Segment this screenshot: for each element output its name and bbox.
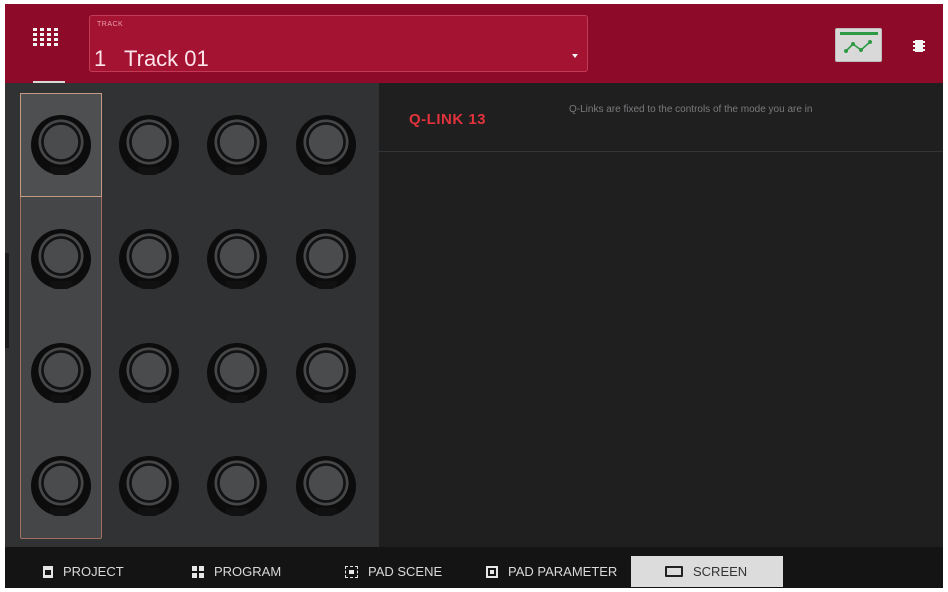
qlink-knob-7[interactable] xyxy=(207,343,267,403)
pad-parameter-icon xyxy=(486,565,498,578)
qlink-knob-1[interactable] xyxy=(31,456,91,516)
automation-indicator xyxy=(840,32,878,35)
chip-icon[interactable] xyxy=(913,39,925,53)
tab-screen[interactable]: SCREEN xyxy=(631,556,783,587)
tab-label: PROJECT xyxy=(63,564,124,579)
pad-scene-icon xyxy=(345,565,358,578)
chevron-down-icon xyxy=(572,54,578,58)
project-icon xyxy=(43,565,53,578)
qlink-knob-12[interactable] xyxy=(296,229,356,289)
screen-icon xyxy=(665,566,683,577)
qlink-knob-9[interactable] xyxy=(31,229,91,289)
qlink-knob-4[interactable] xyxy=(296,456,356,516)
tab-pad-scene[interactable]: PAD SCENE xyxy=(345,556,475,587)
qlink-info-panel: Q-LINK 13 Q-Links are fixed to the contr… xyxy=(379,83,943,547)
bottom-tab-bar: PROJECT PROGRAM PAD SCENE PAD PARAMETER … xyxy=(5,547,943,588)
header-bar: TRACK 1 Track 01 xyxy=(5,4,943,83)
tab-label: SCREEN xyxy=(693,564,748,579)
program-grid-icon xyxy=(192,565,204,578)
qlink-knob-14[interactable] xyxy=(119,115,179,175)
app-window: TRACK 1 Track 01 Q-LINK 13 Q-Links are f… xyxy=(5,4,943,588)
tab-label: PROGRAM xyxy=(214,564,282,579)
automation-button[interactable] xyxy=(835,28,882,62)
track-name: Track 01 xyxy=(124,46,209,71)
qlink-info-header: Q-LINK 13 Q-Links are fixed to the contr… xyxy=(379,83,943,152)
tab-label: PAD SCENE xyxy=(368,564,443,579)
automation-icon xyxy=(844,40,872,53)
qlink-knob-10[interactable] xyxy=(119,229,179,289)
qlink-knob-16[interactable] xyxy=(296,115,356,175)
tab-program[interactable]: PROGRAM xyxy=(192,556,322,587)
track-field-label: TRACK xyxy=(97,21,124,28)
qlink-description: Q-Links are fixed to the controls of the… xyxy=(569,104,813,115)
track-selector[interactable]: TRACK 1 Track 01 xyxy=(89,15,588,72)
qlink-knob-5[interactable] xyxy=(31,343,91,403)
side-handle xyxy=(5,253,9,348)
qlink-knob-2[interactable] xyxy=(119,456,179,516)
qlink-knob-6[interactable] xyxy=(119,343,179,403)
qlink-knob-8[interactable] xyxy=(296,343,356,403)
qlink-title: Q-LINK 13 xyxy=(409,111,487,128)
qlink-knob-13[interactable] xyxy=(31,115,91,175)
grid-menu-icon xyxy=(33,28,58,48)
track-number: 1 xyxy=(94,46,107,71)
tab-label: PAD PARAMETER xyxy=(508,564,618,579)
menu-button[interactable] xyxy=(25,18,65,58)
qlink-knob-11[interactable] xyxy=(207,229,267,289)
tab-project[interactable]: PROJECT xyxy=(43,556,163,587)
qlink-knob-panel xyxy=(5,83,379,547)
qlink-knob-15[interactable] xyxy=(207,115,267,175)
tab-pad-parameter[interactable]: PAD PARAMETER xyxy=(486,556,631,587)
qlink-knob-3[interactable] xyxy=(207,456,267,516)
